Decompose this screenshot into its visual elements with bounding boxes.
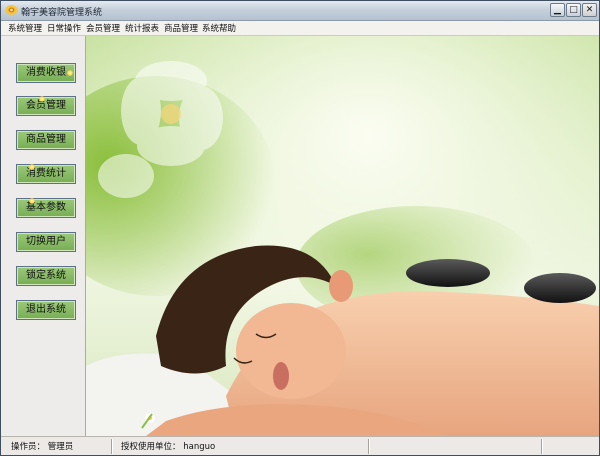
nav-product-management-button[interactable]: 商品管理 [16,130,76,150]
title-bar[interactable]: 翰宇美容院管理系统 ▁ □ ✕ [1,1,599,21]
maximize-icon: □ [569,4,578,15]
close-button[interactable]: ✕ [582,3,597,17]
sparkle-icon [29,164,35,170]
nav-button-label: 会员管理 [26,100,66,111]
nav-button-label: 退出系统 [26,304,66,315]
app-window: 翰宇美容院管理系统 ▁ □ ✕ 系统管理 日常操作 会员管理 统计报表 商品管理… [0,0,600,456]
flower-icon [5,5,18,15]
status-licensee: 授权使用单位： hanguo [121,440,215,453]
sidebar: 消费收银 会员管理 商品管理 消费统计 基本参数 切换用户 锁定系统 退出系统 [1,36,86,436]
operator-value: 管理员 [47,442,74,452]
window-title: 翰宇美容院管理系统 [21,8,103,18]
status-bar: 操作员： 管理员 授权使用单位： hanguo [1,436,599,455]
menu-daily-operations[interactable]: 日常操作 [47,22,81,34]
status-separator [368,439,370,454]
nav-button-label: 消费收银 [26,67,66,78]
spa-banner-image [86,36,599,436]
minimize-icon: ▁ [554,4,561,15]
close-icon: ✕ [585,4,594,15]
status-separator [541,439,543,454]
menu-member-management[interactable]: 会员管理 [86,22,120,34]
menu-product-management[interactable]: 商品管理 [164,22,198,34]
sparkle-icon [67,70,73,76]
sparkle-icon [29,198,35,204]
status-separator [111,439,113,454]
nav-button-label: 锁定系统 [26,270,66,281]
licensee-label: 授权使用单位： [121,442,181,452]
nav-exit-system-button[interactable]: 退出系统 [16,300,76,320]
nav-basic-params-button[interactable]: 基本参数 [16,198,76,218]
menu-bar: 系统管理 日常操作 会员管理 统计报表 商品管理 系统帮助 [1,21,599,36]
nav-checkout-button[interactable]: 消费收银 [16,63,76,83]
licensee-value: hanguo [183,442,216,452]
status-operator: 操作员： 管理员 [11,440,73,453]
banner-illustration [86,36,599,436]
operator-label: 操作员： [11,442,46,452]
nav-switch-user-button[interactable]: 切换用户 [16,232,76,252]
nav-consumption-stats-button[interactable]: 消费统计 [16,164,76,184]
menu-system-help[interactable]: 系统帮助 [202,22,236,34]
maximize-button[interactable]: □ [566,3,581,17]
sparkle-icon [39,96,45,102]
nav-member-management-button[interactable]: 会员管理 [16,96,76,116]
menu-system-management[interactable]: 系统管理 [8,22,42,34]
minimize-button[interactable]: ▁ [550,3,565,17]
nav-lock-system-button[interactable]: 锁定系统 [16,266,76,286]
menu-statistics-reports[interactable]: 统计报表 [125,22,159,34]
nav-button-label: 切换用户 [26,236,66,247]
nav-button-label: 商品管理 [26,134,66,145]
